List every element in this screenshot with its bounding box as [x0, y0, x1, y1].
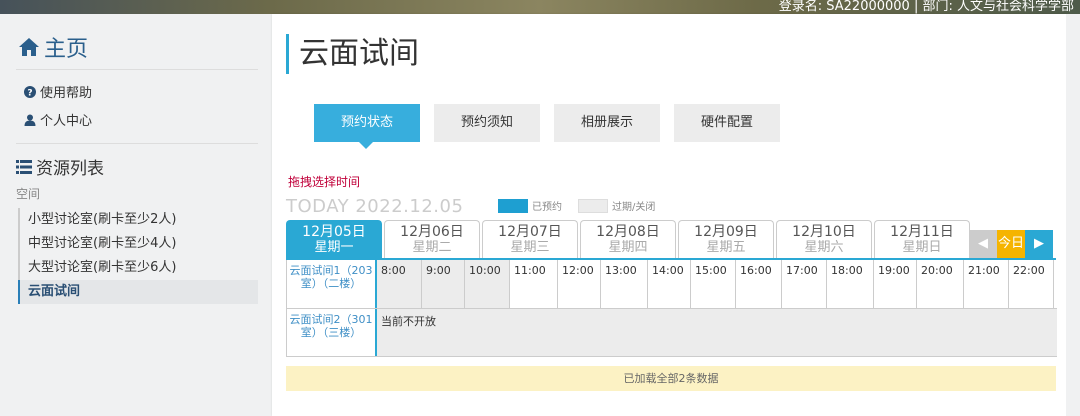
room-item-small[interactable]: 小型讨论室(刷卡至少2人)	[18, 208, 258, 232]
time-slot[interactable]: 18:00	[827, 260, 874, 308]
page-title: 云面试间	[286, 34, 419, 74]
home-link[interactable]: 主页	[18, 32, 88, 62]
schedule-grid: 云面试间1（203室）（二楼） 8:00 9:00 10:00 11:00 12:00 1…	[286, 260, 1057, 357]
list-icon	[16, 159, 32, 174]
divider	[16, 143, 258, 144]
day-weekday: 星期五	[706, 240, 746, 255]
day-date: 12月08日	[596, 224, 660, 240]
today-button[interactable]: 今日	[997, 230, 1025, 258]
legend-booked-label: 已预约	[532, 202, 562, 213]
day-tab[interactable]: 12月10日 星期六	[776, 220, 872, 258]
help-label: 使用帮助	[40, 86, 93, 101]
day-weekday: 星期一	[314, 240, 354, 255]
room-list: 小型讨论室(刷卡至少2人) 中型讨论室(刷卡至少4人) 大型讨论室(刷卡至少6人…	[18, 208, 258, 304]
day-tab[interactable]: 12月05日 星期一	[286, 220, 382, 258]
legend-expired-swatch	[578, 199, 608, 213]
day-date: 12月05日	[302, 224, 366, 240]
tab-booking-status[interactable]: 预约状态	[314, 104, 420, 149]
header-banner: 登录名: SA22000000 | 部门: 人文与社会科学学部	[0, 0, 1080, 14]
tab-gallery[interactable]: 相册展示	[554, 104, 660, 142]
legend-expired-label: 过期/关闭	[612, 202, 656, 213]
login-info: 登录名: SA22000000 | 部门: 人文与社会科学学部	[778, 0, 1074, 14]
time-slot[interactable]: 22:00	[1009, 260, 1054, 308]
schedule-row: 云面试间2（301室）（三楼） 当前不开放	[287, 309, 1057, 357]
day-tab[interactable]: 12月09日 星期五	[678, 220, 774, 258]
time-slot[interactable]: 9:00	[422, 260, 465, 308]
time-slot[interactable]: 17:00	[782, 260, 827, 308]
day-weekday: 星期六	[804, 240, 844, 255]
day-date: 12月06日	[400, 224, 464, 240]
legend-booked-swatch	[498, 199, 528, 213]
time-slot[interactable]: 16:00	[736, 260, 782, 308]
today-date: TODAY 2022.12.05	[286, 196, 464, 217]
time-slot[interactable]: 15:00	[691, 260, 736, 308]
room-name[interactable]: 云面试间2（301室）（三楼）	[287, 309, 377, 356]
svg-text:?: ?	[27, 88, 32, 98]
prev-week-button[interactable]: ◀	[969, 230, 997, 258]
sidebar: 主页 ? 使用帮助 个人中心 资源列表 空间 小型讨论室(刷卡至少2人) 中型讨…	[0, 14, 272, 416]
home-label: 主页	[44, 37, 89, 62]
time-slots: 8:00 9:00 10:00 11:00 12:00 13:00 14:00 15:00 16…	[377, 260, 1057, 308]
room-item-large[interactable]: 大型讨论室(刷卡至少6人)	[18, 256, 258, 280]
day-weekday: 星期三	[510, 240, 550, 255]
day-tab[interactable]: 12月08日 星期四	[580, 220, 676, 258]
day-date: 12月10日	[792, 224, 856, 240]
day-tab[interactable]: 12月07日 星期三	[482, 220, 578, 258]
time-slot[interactable]: 14:00	[648, 260, 691, 308]
time-slot[interactable]: 20:00	[917, 260, 964, 308]
next-week-button[interactable]: ▶	[1025, 230, 1053, 258]
day-weekday: 星期二	[412, 240, 452, 255]
resource-title-label: 资源列表	[36, 159, 104, 179]
room-item-interview[interactable]: 云面试间	[18, 280, 258, 304]
tab-hardware[interactable]: 硬件配置	[674, 104, 780, 142]
room-item-medium[interactable]: 中型讨论室(刷卡至少4人)	[18, 232, 258, 256]
day-date: 12月09日	[694, 224, 758, 240]
profile-link[interactable]: 个人中心	[24, 110, 92, 129]
time-slot[interactable]: 8:00	[377, 260, 422, 308]
profile-label: 个人中心	[40, 114, 93, 129]
user-icon	[24, 114, 36, 126]
day-tab[interactable]: 12月11日 星期日	[874, 220, 970, 258]
time-slot[interactable]: 19:00	[874, 260, 917, 308]
time-slot[interactable]: 11:00	[510, 260, 558, 308]
day-weekday: 星期四	[608, 240, 648, 255]
time-slot[interactable]: 10:00	[465, 260, 510, 308]
tab-booking-notice[interactable]: 预约须知	[434, 104, 540, 142]
legend-booked: 已预约	[498, 198, 562, 213]
day-weekday: 星期日	[902, 240, 942, 255]
legend-expired: 过期/关闭	[578, 198, 655, 213]
question-icon: ?	[24, 85, 36, 98]
loaded-status: 已加载全部2条数据	[286, 366, 1056, 391]
time-slot[interactable]: 21:00	[964, 260, 1009, 308]
tab-bar: 预约状态 预约须知 相册展示 硬件配置	[314, 104, 794, 149]
time-slot[interactable]: 12:00	[558, 260, 601, 308]
room-name[interactable]: 云面试间1（203室）（二楼）	[287, 260, 377, 308]
closed-notice: 当前不开放	[377, 309, 1057, 356]
scrollbar[interactable]	[1066, 14, 1080, 416]
time-slot[interactable]: 13:00	[601, 260, 648, 308]
date-nav: ◀ 今日 ▶	[969, 230, 1053, 258]
category-label: 空间	[16, 187, 41, 201]
divider	[16, 69, 258, 70]
main-panel: 云面试间 预约状态 预约须知 相册展示 硬件配置 拖拽选择时间 TODAY 20…	[272, 14, 1066, 416]
resource-list-title: 资源列表	[16, 154, 104, 179]
day-date: 12月07日	[498, 224, 562, 240]
schedule-row: 云面试间1（203室）（二楼） 8:00 9:00 10:00 11:00 12:00 1…	[287, 260, 1057, 309]
drag-hint: 拖拽选择时间	[288, 175, 361, 189]
help-link[interactable]: ? 使用帮助	[24, 82, 92, 101]
day-tab[interactable]: 12月06日 星期二	[384, 220, 480, 258]
day-date: 12月11日	[890, 224, 954, 240]
day-tabs: 12月05日 星期一 12月06日 星期二 12月07日 星期三 12月08日 …	[286, 220, 972, 258]
home-icon	[19, 38, 39, 56]
